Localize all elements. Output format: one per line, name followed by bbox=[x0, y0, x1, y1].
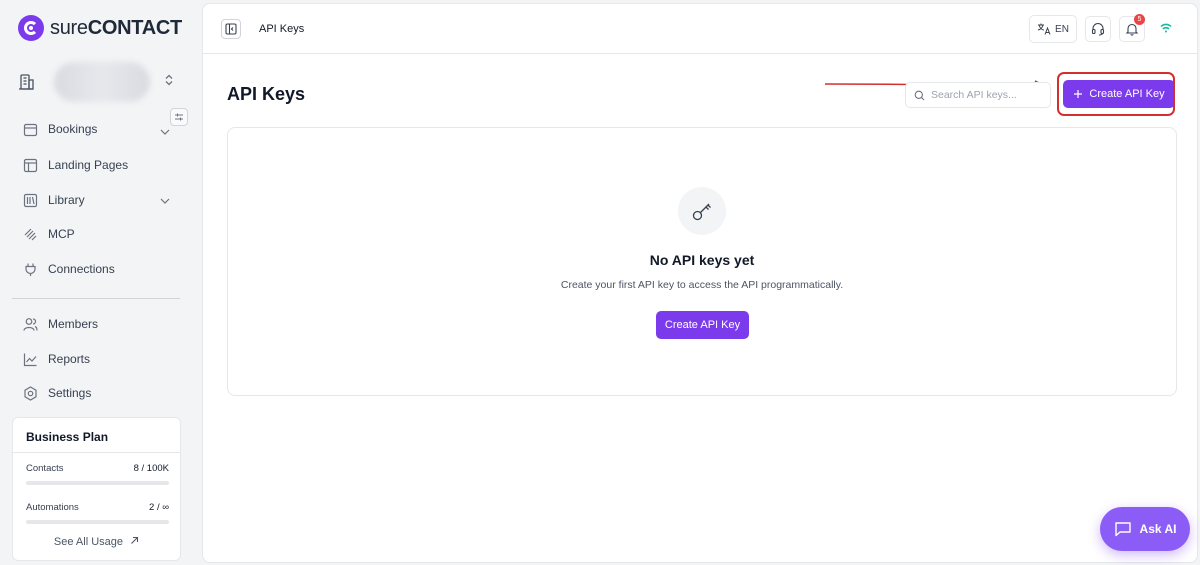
sidebar-item-reports[interactable]: Reports bbox=[12, 344, 182, 374]
plan-title: Business Plan bbox=[26, 430, 109, 444]
sidebar-item-settings[interactable]: Settings bbox=[12, 378, 182, 408]
sidebar-item-label: MCP bbox=[48, 227, 75, 241]
brand-logo[interactable]: sureCONTACT bbox=[18, 14, 182, 42]
library-icon bbox=[22, 192, 38, 208]
search-icon bbox=[914, 90, 925, 100]
users-icon bbox=[22, 316, 38, 332]
sidebar: sureCONTACT Bookings Landing Pages Libra… bbox=[0, 0, 200, 565]
plan-usage-card: Business Plan Contacts 8 / 100K Automati… bbox=[12, 417, 181, 561]
sidebar-toggle-button[interactable] bbox=[221, 19, 241, 39]
empty-state-create-api-key-button[interactable]: Create API Key bbox=[656, 311, 749, 339]
sidebar-item-label: Reports bbox=[48, 352, 91, 366]
sidebar-divider bbox=[12, 298, 180, 299]
create-api-key-button[interactable]: Create API Key bbox=[1063, 80, 1175, 108]
workspace-switcher[interactable] bbox=[12, 60, 188, 104]
see-all-usage-label: See All Usage bbox=[53, 536, 124, 548]
headset-icon bbox=[1091, 23, 1105, 36]
contacts-value: 8 / 100K bbox=[133, 463, 169, 474]
arrow-up-right-icon bbox=[131, 536, 139, 544]
contacts-progress-bar bbox=[26, 481, 169, 485]
empty-state-card: No API keys yet Create your first API ke… bbox=[227, 127, 1177, 396]
notification-count-badge: 5 bbox=[1134, 14, 1145, 25]
chat-bubble-icon bbox=[1114, 522, 1131, 537]
language-label: EN bbox=[1055, 23, 1069, 35]
connection-status-icon[interactable] bbox=[1159, 21, 1173, 40]
sidebar-item-mcp[interactable]: MCP bbox=[12, 219, 182, 249]
sidebar-item-label: Settings bbox=[48, 386, 92, 400]
automations-label: Automations bbox=[26, 502, 79, 513]
chevron-down-icon bbox=[160, 193, 170, 207]
search-input[interactable] bbox=[931, 89, 1041, 101]
automations-progress-bar bbox=[26, 520, 169, 524]
empty-state-description: Create your first API key to access the … bbox=[560, 279, 844, 291]
sliders-icon bbox=[175, 113, 183, 121]
see-all-usage-link[interactable]: See All Usage bbox=[13, 536, 180, 548]
panel-left-icon bbox=[225, 23, 237, 35]
sidebar-item-library[interactable]: Library bbox=[12, 185, 182, 215]
sidebar-item-label: Library bbox=[48, 193, 85, 207]
automations-usage-row: Automations 2 / ∞ bbox=[26, 502, 169, 513]
contacts-label: Contacts bbox=[26, 463, 64, 474]
sidebar-item-label: Members bbox=[48, 317, 99, 331]
calendar-icon bbox=[22, 122, 38, 137]
sidebar-item-landing-pages[interactable]: Landing Pages bbox=[12, 150, 182, 180]
translate-icon bbox=[1037, 23, 1051, 35]
empty-state-title: No API keys yet bbox=[649, 252, 755, 268]
automations-value: 2 / ∞ bbox=[149, 502, 169, 513]
layout-icon bbox=[22, 157, 38, 173]
sidebar-item-label: Landing Pages bbox=[48, 158, 129, 172]
ask-ai-label: Ask AI bbox=[1139, 522, 1177, 536]
top-bar: API Keys EN 5 bbox=[203, 4, 1197, 54]
chart-icon bbox=[22, 351, 38, 367]
workspace-name-blurred bbox=[54, 62, 150, 102]
building-icon bbox=[12, 73, 40, 91]
support-button[interactable] bbox=[1085, 16, 1111, 42]
main-panel: API Keys EN 5 API Keys Create API Key bbox=[202, 3, 1198, 563]
key-icon bbox=[678, 187, 726, 235]
breadcrumb-title: API Keys bbox=[259, 23, 305, 35]
search-box bbox=[905, 82, 1051, 108]
plan-divider bbox=[13, 452, 180, 453]
plus-icon bbox=[1074, 90, 1083, 98]
sidebar-item-label: Connections bbox=[48, 262, 115, 276]
brand-name: sureCONTACT bbox=[50, 16, 182, 39]
gear-icon bbox=[22, 385, 38, 401]
contacts-usage-row: Contacts 8 / 100K bbox=[26, 463, 169, 474]
chevron-down-icon bbox=[160, 124, 170, 138]
language-switcher[interactable]: EN bbox=[1029, 15, 1077, 43]
plug-icon bbox=[22, 261, 38, 277]
brand-logo-icon bbox=[18, 15, 44, 41]
sidebar-item-bookings[interactable]: Bookings bbox=[12, 122, 182, 140]
create-api-key-label: Create API Key bbox=[1089, 88, 1165, 100]
sidebar-item-members[interactable]: Members bbox=[12, 309, 182, 339]
sidebar-item-label: Bookings bbox=[48, 122, 98, 136]
page-title: API Keys bbox=[227, 84, 306, 104]
notifications-button[interactable]: 5 bbox=[1119, 14, 1145, 42]
sidebar-item-connections[interactable]: Connections bbox=[12, 254, 182, 284]
mcp-icon bbox=[22, 226, 38, 242]
chevron-updown-icon bbox=[164, 73, 174, 91]
ask-ai-button[interactable]: Ask AI bbox=[1100, 507, 1190, 551]
